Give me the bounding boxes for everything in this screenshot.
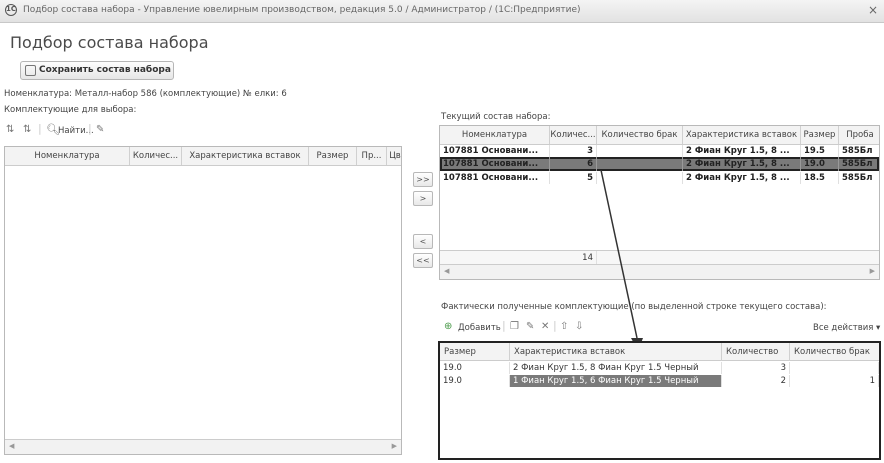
cell-defect: [790, 362, 879, 374]
cell-quantity: 2: [722, 375, 790, 387]
actual-section-label: Фактически полученные комплектующие (по …: [441, 302, 827, 312]
edit-icon[interactable]: ✎: [526, 321, 534, 332]
cell-inserts-selected: 1 Фиан Круг 1.5, 6 Фиан Круг 1.5 Черный: [510, 375, 722, 387]
table-row[interactable]: 19.0 2 Фиан Круг 1.5, 8 Фиан Круг 1.5 Че…: [440, 362, 879, 374]
cell-quantity: 3: [722, 362, 790, 374]
col-quantity[interactable]: Количество: [722, 343, 790, 361]
col-size[interactable]: Размер: [440, 343, 510, 361]
actual-components-table[interactable]: Размер Характеристика вставок Количество…: [438, 341, 881, 460]
all-actions-menu[interactable]: Все действия ▾: [813, 323, 880, 333]
cell-inserts: 2 Фиан Круг 1.5, 8 Фиан Круг 1.5 Черный: [510, 362, 722, 374]
table-row[interactable]: 19.0 1 Фиан Круг 1.5, 6 Фиан Круг 1.5 Че…: [440, 375, 879, 387]
move-up-icon[interactable]: ⇧: [560, 321, 568, 332]
add-button[interactable]: Добавить: [458, 323, 501, 333]
table-header: Размер Характеристика вставок Количество…: [440, 343, 879, 361]
delete-icon[interactable]: ✕: [541, 321, 549, 332]
col-inserts[interactable]: Характеристика вставок: [510, 343, 722, 361]
toolbar-divider: |: [553, 319, 557, 332]
toolbar-divider: |: [502, 319, 506, 332]
cell-defect: 1: [790, 375, 879, 387]
move-down-icon[interactable]: ⇩: [575, 321, 583, 332]
cell-size: 19.0: [440, 362, 510, 374]
copy-icon[interactable]: ❐: [510, 321, 519, 332]
col-defect-quantity[interactable]: Количество брак: [790, 343, 879, 361]
cell-size: 19.0: [440, 375, 510, 387]
add-icon[interactable]: ⊕: [444, 321, 452, 332]
